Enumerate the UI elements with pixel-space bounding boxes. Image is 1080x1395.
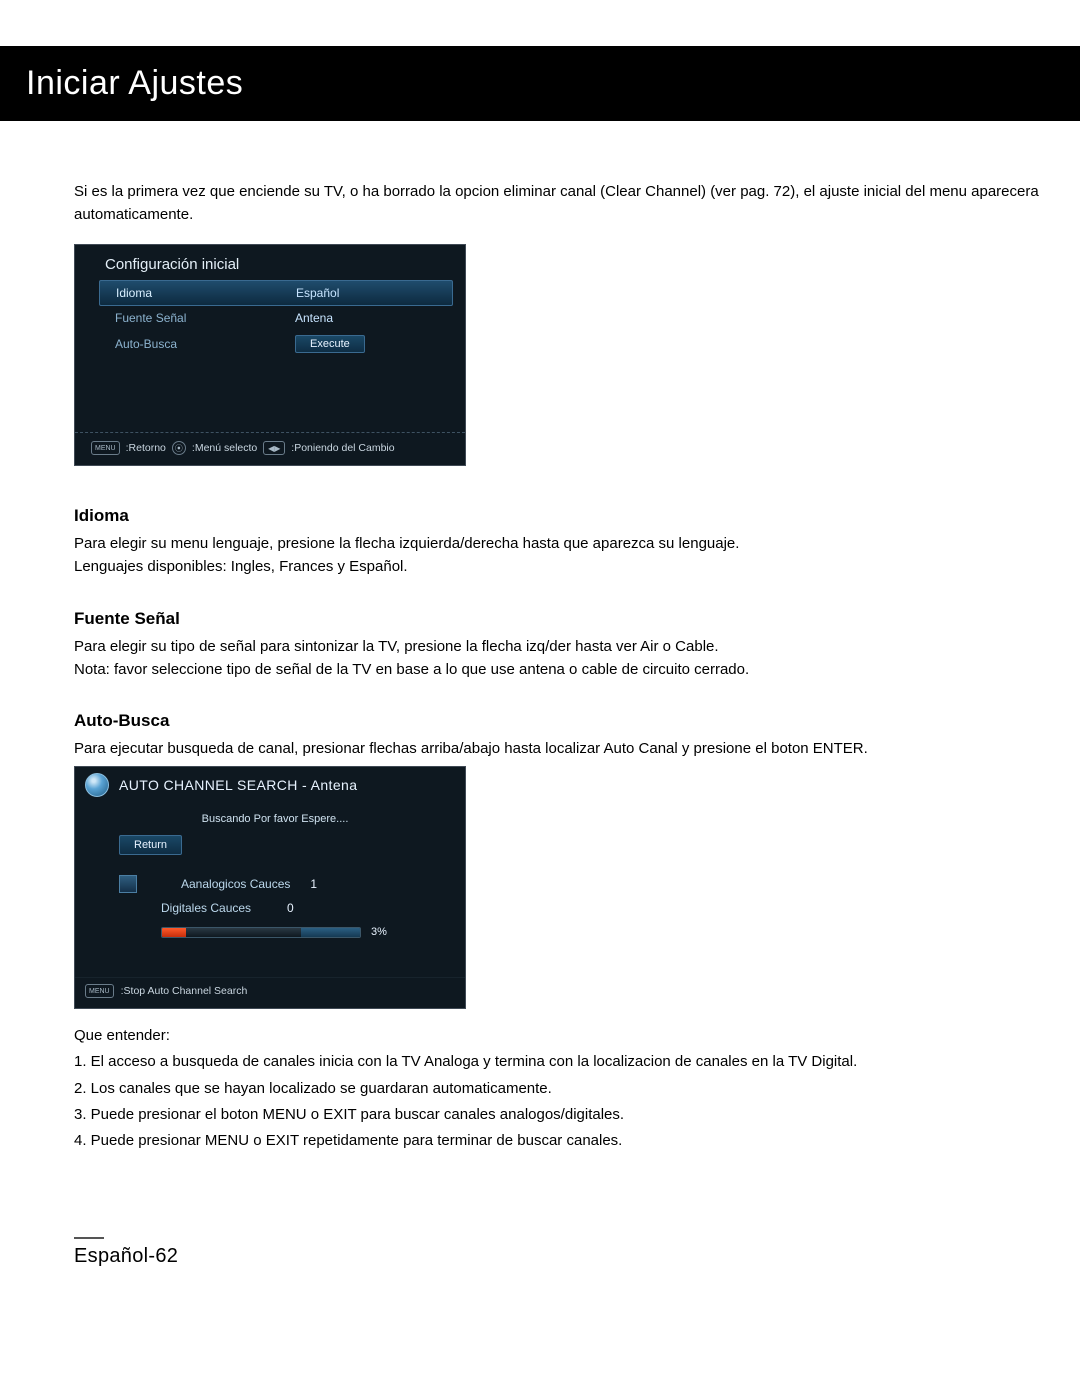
idioma-line1: Para elegir su menu lenguaje, presione l… xyxy=(74,532,1052,555)
auto-line1: Para ejecutar busqueda de canal, presion… xyxy=(74,737,1052,760)
osd2-footer: MENU :Stop Auto Channel Search xyxy=(75,977,465,1008)
note-1: 1. El acceso a busqueda de canales inici… xyxy=(74,1050,1052,1073)
footer-rule xyxy=(74,1237,104,1239)
page-footer: Español-62 xyxy=(0,1155,1080,1298)
section-title-idioma: Idioma xyxy=(74,506,1052,526)
page-header: Iniciar Ajustes xyxy=(0,46,1080,121)
intro-text: Si es la primera vez que enciende su TV,… xyxy=(74,181,1052,226)
note-2: 2. Los canales que se hayan localizado s… xyxy=(74,1077,1052,1100)
section-title-fuente: Fuente Señal xyxy=(74,609,1052,629)
osd2-header: AUTO CHANNEL SEARCH - Antena xyxy=(75,767,465,801)
digital-count: 0 xyxy=(287,901,294,915)
progress-bar xyxy=(161,927,361,938)
hint-cambio: :Poniendo del Cambio xyxy=(291,442,394,454)
globe-icon xyxy=(85,773,109,797)
osd-value-autobusca[interactable]: Execute xyxy=(295,335,365,353)
section-title-autobusca: Auto-Busca xyxy=(74,711,1052,731)
osd-row-autobusca[interactable]: Auto-Busca Execute xyxy=(115,330,453,358)
osd-title: Configuración inicial xyxy=(105,256,449,273)
osd-label-idioma: Idioma xyxy=(116,286,226,300)
hint-menu-selecto: :Menú selecto xyxy=(192,442,257,454)
fuente-line1: Para elegir su tipo de señal para sinton… xyxy=(74,635,1052,658)
osd-value-fuente: Antena xyxy=(295,311,333,325)
osd2-digital-row: Digitales Cauces 0 xyxy=(161,901,455,915)
osd-hint-row: MENU :Retorno ⦿ :Menú selecto ◀▶ :Ponien… xyxy=(87,433,453,465)
digital-label: Digitales Cauces xyxy=(161,901,251,915)
page-number: Español-62 xyxy=(74,1245,1080,1268)
progress-track-highlight xyxy=(301,928,360,937)
return-button[interactable]: Return xyxy=(119,835,182,855)
menu-chip-icon: MENU xyxy=(85,984,114,998)
notes-header: Que entender: xyxy=(74,1027,1052,1044)
channel-preview-icon xyxy=(119,875,137,893)
idioma-line2: Lenguajes disponibles: Ingles, Frances y… xyxy=(74,555,1052,578)
osd-initial-config: Configuración inicial Idioma Español Fue… xyxy=(74,244,466,466)
hint-retorno: :Retorno xyxy=(126,442,166,454)
osd-row-fuente[interactable]: Fuente Señal Antena xyxy=(115,306,453,330)
osd2-message: Buscando Por favor Espere.... xyxy=(95,813,455,825)
page-title: Iniciar Ajustes xyxy=(26,64,1054,103)
fuente-line2: Nota: favor seleccione tipo de señal de … xyxy=(74,658,1052,681)
osd2-analog-row: Aanalogicos Cauces 1 xyxy=(119,875,455,893)
notes-list: 1. El acceso a busqueda de canales inici… xyxy=(74,1050,1052,1152)
nav-ring-icon: ⦿ xyxy=(172,441,186,455)
osd-label-fuente: Fuente Señal xyxy=(115,311,225,325)
content: Si es la primera vez que enciende su TV,… xyxy=(0,121,1080,1152)
osd-auto-channel-search: AUTO CHANNEL SEARCH - Antena Buscando Po… xyxy=(74,766,466,1009)
progress-percent: 3% xyxy=(371,926,387,938)
progress-fill xyxy=(162,928,186,937)
section-body-idioma: Para elegir su menu lenguaje, presione l… xyxy=(74,532,1052,579)
progress-wrap: 3% xyxy=(161,925,441,939)
osd2-body: Buscando Por favor Espere.... Return Aan… xyxy=(75,801,465,977)
left-right-arrows-icon: ◀▶ xyxy=(263,441,285,455)
osd2-footer-text: :Stop Auto Channel Search xyxy=(121,985,248,997)
note-4: 4. Puede presionar MENU o EXIT repetidam… xyxy=(74,1129,1052,1152)
osd-row-idioma[interactable]: Idioma Español xyxy=(99,280,453,306)
section-body-autobusca: Para ejecutar busqueda de canal, presion… xyxy=(74,737,1052,760)
section-body-fuente: Para elegir su tipo de señal para sinton… xyxy=(74,635,1052,682)
analog-count: 1 xyxy=(310,877,317,891)
osd2-title: AUTO CHANNEL SEARCH - Antena xyxy=(119,777,357,793)
menu-chip-icon: MENU xyxy=(91,441,120,455)
osd-value-idioma: Español xyxy=(296,286,339,300)
analog-label: Aanalogicos Cauces xyxy=(181,877,290,891)
osd-label-autobusca: Auto-Busca xyxy=(115,337,225,351)
note-3: 3. Puede presionar el boton MENU o EXIT … xyxy=(74,1103,1052,1126)
